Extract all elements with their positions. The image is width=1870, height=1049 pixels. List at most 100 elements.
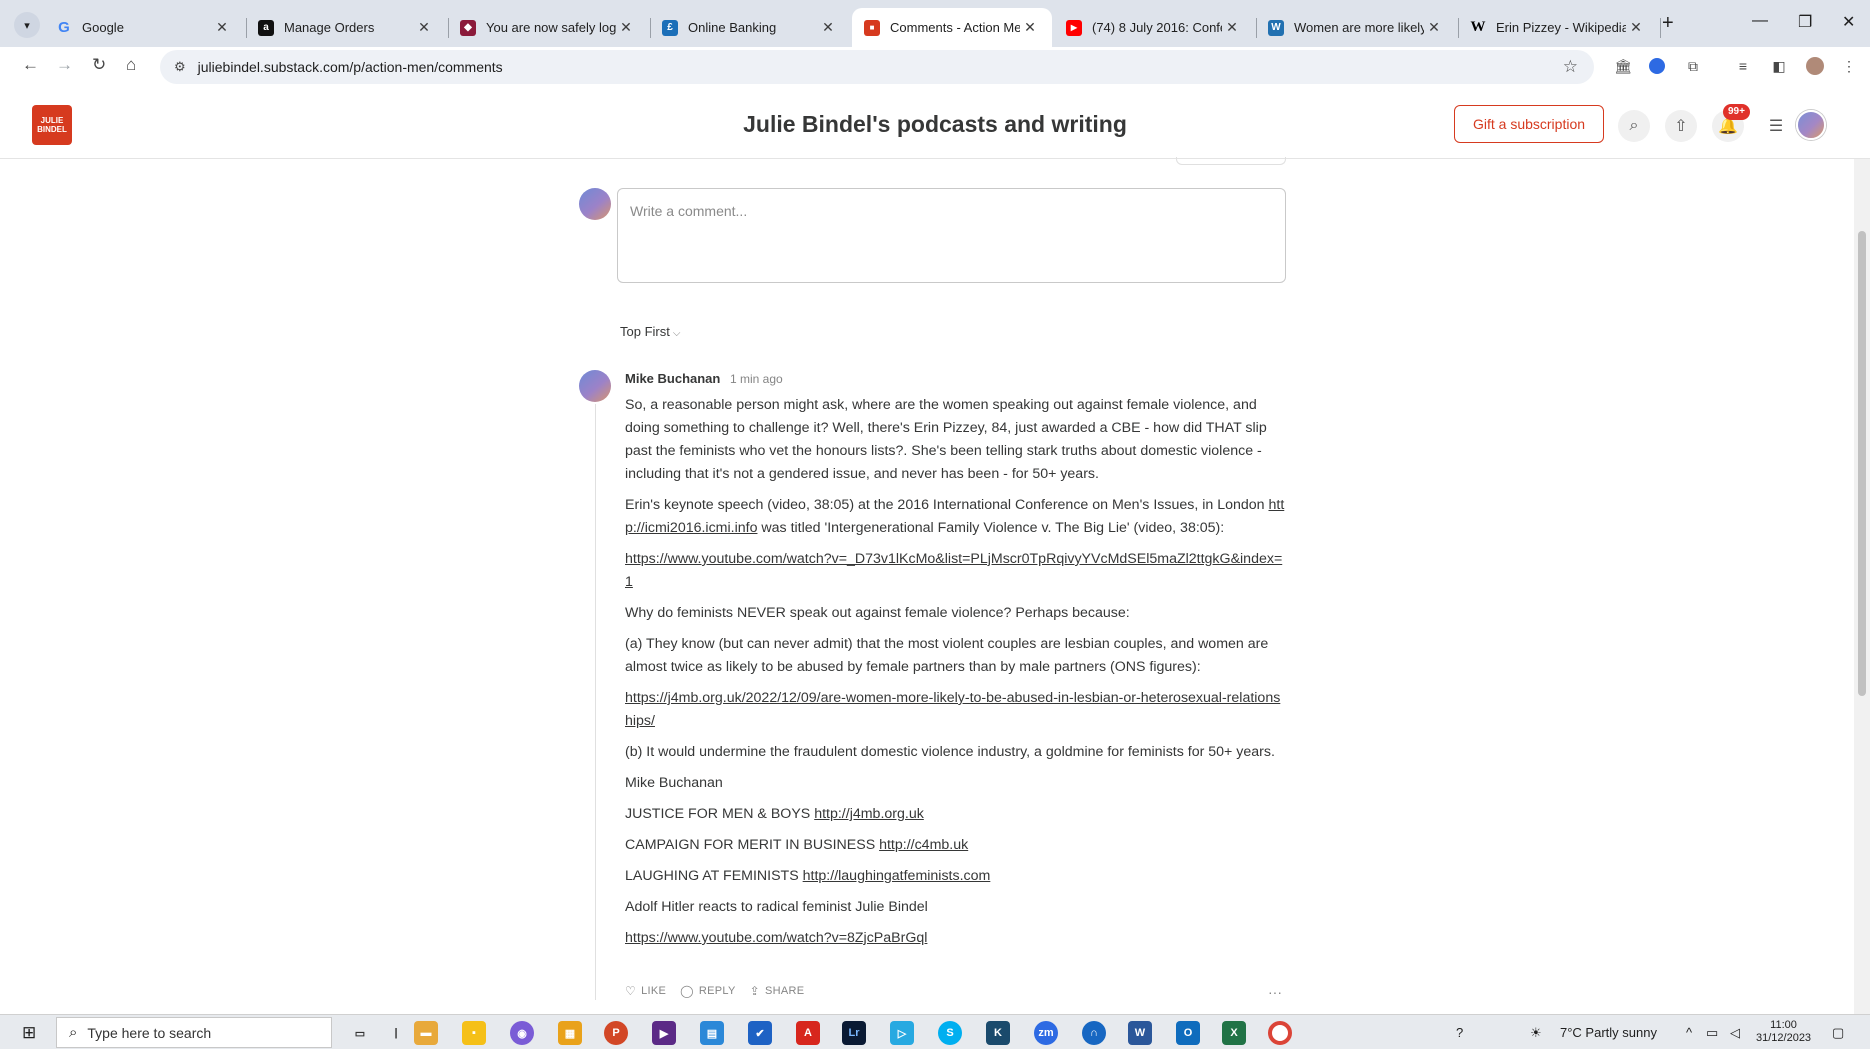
close-icon[interactable]: ✕: [212, 19, 232, 36]
close-icon[interactable]: ✕: [1626, 19, 1646, 36]
close-window-icon[interactable]: ✕: [1842, 12, 1855, 32]
word-icon[interactable]: W: [1128, 1021, 1152, 1045]
share-button[interactable]: ⇪ SHARE: [750, 984, 805, 998]
tab-erin-pizzey-wikipedia[interactable]: W Erin Pizzey - Wikipedia ✕: [1458, 8, 1658, 47]
bookmark-star-icon[interactable]: ☆: [1563, 57, 1578, 77]
profile-avatar-icon[interactable]: [1804, 55, 1826, 77]
comment-paragraph: (a) They know (but can never admit) that…: [625, 636, 1269, 675]
home-icon[interactable]: ⌂: [126, 55, 136, 75]
comment-paragraph: CAMPAIGN FOR MERIT IN BUSINESS http://c4…: [625, 837, 969, 853]
close-icon[interactable]: ✕: [1424, 19, 1444, 36]
battery-icon[interactable]: ▭: [1706, 1025, 1718, 1041]
forward-arrow-icon[interactable]: →: [56, 55, 73, 75]
address-bar[interactable]: ⚙ juliebindel.substack.com/p/action-men/…: [160, 50, 1594, 84]
excel-icon[interactable]: X: [1222, 1021, 1246, 1045]
help-icon[interactable]: ?: [1456, 1025, 1463, 1040]
arc-icon[interactable]: ∩: [1082, 1021, 1106, 1045]
minimize-icon[interactable]: —: [1752, 12, 1768, 30]
tab-women-more-likely[interactable]: W Women are more likely to ✕: [1256, 8, 1456, 47]
media-controls-icon[interactable]: ≡: [1732, 55, 1754, 77]
tab-youtube-conference[interactable]: ▶ (74) 8 July 2016: Conference ✕: [1054, 8, 1254, 47]
chrome-icon[interactable]: [1268, 1021, 1292, 1045]
outlook-icon[interactable]: O: [1176, 1021, 1200, 1045]
file-explorer-icon[interactable]: ▬: [414, 1021, 438, 1045]
tab-search-chevron-icon[interactable]: ▾: [14, 12, 40, 38]
store-icon[interactable]: ▦: [558, 1021, 582, 1045]
todo-icon[interactable]: ✔: [748, 1021, 772, 1045]
restore-icon[interactable]: ❐: [1798, 12, 1812, 32]
more-options-icon[interactable]: ···: [1268, 984, 1282, 1000]
sticky-notes-icon[interactable]: ▪: [462, 1021, 486, 1045]
zoom-icon[interactable]: zm: [1034, 1021, 1058, 1045]
reload-icon[interactable]: ↻: [92, 55, 106, 75]
volume-icon[interactable]: ◁: [1730, 1025, 1740, 1041]
copilot-icon[interactable]: ◉: [510, 1021, 534, 1045]
tab-manage-orders[interactable]: a Manage Orders ✕: [246, 8, 446, 47]
taskbar-search-box[interactable]: ⌕ Type here to search: [56, 1017, 332, 1048]
comment-timestamp[interactable]: 1 min ago: [730, 372, 783, 386]
j4mb-link[interactable]: http://j4mb.org.uk: [814, 806, 924, 822]
notification-center-icon[interactable]: ▢: [1832, 1025, 1844, 1041]
search-icon[interactable]: ⌕: [1618, 110, 1650, 142]
sort-dropdown[interactable]: Top First ⌵: [620, 324, 680, 339]
page-scrollbar[interactable]: [1854, 159, 1870, 1014]
tab-title: Online Banking: [688, 20, 777, 35]
extension-bank-icon[interactable]: 🏛: [1612, 55, 1634, 77]
media-player-icon[interactable]: ▶: [652, 1021, 676, 1045]
close-icon[interactable]: ✕: [616, 19, 636, 36]
play-store-icon[interactable]: ▷: [890, 1021, 914, 1045]
amazon-favicon-icon: a: [258, 19, 274, 36]
user-avatar[interactable]: [1796, 110, 1826, 140]
like-button[interactable]: ♡ LIKE: [625, 984, 666, 998]
windows-start-icon[interactable]: ⊞: [22, 1023, 36, 1043]
tray-chevron-up-icon[interactable]: ^: [1686, 1025, 1692, 1040]
reply-button[interactable]: ◯ REPLY: [680, 984, 736, 998]
system-clock[interactable]: 11:00 31/12/2023: [1756, 1019, 1811, 1045]
laughing-link[interactable]: http://laughingatfeminists.com: [803, 868, 991, 884]
comment-paragraph: Mike Buchanan: [625, 775, 723, 791]
weather-icon[interactable]: ☀: [1530, 1025, 1542, 1041]
thread-line[interactable]: [595, 404, 596, 1000]
task-view-icon[interactable]: ▭: [348, 1021, 372, 1045]
close-icon[interactable]: ✕: [414, 19, 434, 36]
lightroom-icon[interactable]: Lr: [842, 1021, 866, 1045]
tab-comments-action-men[interactable]: ■ Comments - Action Men ✕: [852, 8, 1052, 47]
extensions-puzzle-icon[interactable]: ⧉: [1682, 55, 1704, 77]
scrollbar-thumb[interactable]: [1858, 231, 1866, 696]
new-tab-plus-icon[interactable]: +: [1662, 12, 1674, 35]
browser-menu-icon[interactable]: ⋮: [1838, 55, 1860, 77]
c4mb-link[interactable]: http://c4mb.uk: [879, 837, 968, 853]
tab-google[interactable]: G Google ✕: [44, 8, 244, 47]
sort-label: Top First: [620, 324, 670, 339]
substack-favicon-icon: ■: [864, 19, 880, 36]
klokki-icon[interactable]: K: [986, 1021, 1010, 1045]
powerpoint-icon[interactable]: P: [604, 1021, 628, 1045]
close-icon[interactable]: ✕: [1020, 19, 1040, 36]
weather-text[interactable]: 7°C Partly sunny: [1560, 1025, 1657, 1040]
gift-subscription-button[interactable]: Gift a subscription: [1454, 105, 1604, 143]
close-icon[interactable]: ✕: [1222, 19, 1242, 36]
tab-title: Comments - Action Men: [890, 20, 1020, 35]
back-arrow-icon[interactable]: ←: [22, 55, 39, 75]
youtube-link[interactable]: https://www.youtube.com/watch?v=_D73v1lK…: [625, 551, 1282, 590]
site-info-icon[interactable]: ⚙: [174, 59, 186, 75]
comment-paragraph: https://j4mb.org.uk/2022/12/09/are-women…: [625, 687, 1285, 733]
youtube-favicon-icon: ▶: [1066, 19, 1082, 36]
comment-author[interactable]: Mike Buchanan: [625, 371, 720, 386]
side-panel-icon[interactable]: ◧: [1768, 55, 1790, 77]
comment-input[interactable]: [618, 189, 1285, 282]
skype-icon[interactable]: S: [938, 1021, 962, 1045]
comment-author-avatar[interactable]: [579, 370, 611, 402]
tab-online-banking[interactable]: £ Online Banking ✕: [650, 8, 850, 47]
comment-composer: [617, 188, 1286, 283]
hamburger-menu-icon[interactable]: ☰: [1760, 110, 1792, 142]
tab-logged-out[interactable]: ◆ You are now safely logged out ✕: [448, 8, 648, 47]
share-upload-icon[interactable]: ⇧: [1665, 110, 1697, 142]
j4mb-article-link[interactable]: https://j4mb.org.uk/2022/12/09/are-women…: [625, 690, 1280, 729]
acrobat-icon[interactable]: A: [796, 1021, 820, 1045]
extension-zoom-icon[interactable]: [1646, 55, 1668, 77]
close-icon[interactable]: ✕: [818, 19, 838, 36]
youtube-hitler-link[interactable]: https://www.youtube.com/watch?v=8ZjcPaBr…: [625, 930, 927, 946]
google-favicon-icon: G: [58, 19, 70, 36]
calculator-icon[interactable]: ▤: [700, 1021, 724, 1045]
